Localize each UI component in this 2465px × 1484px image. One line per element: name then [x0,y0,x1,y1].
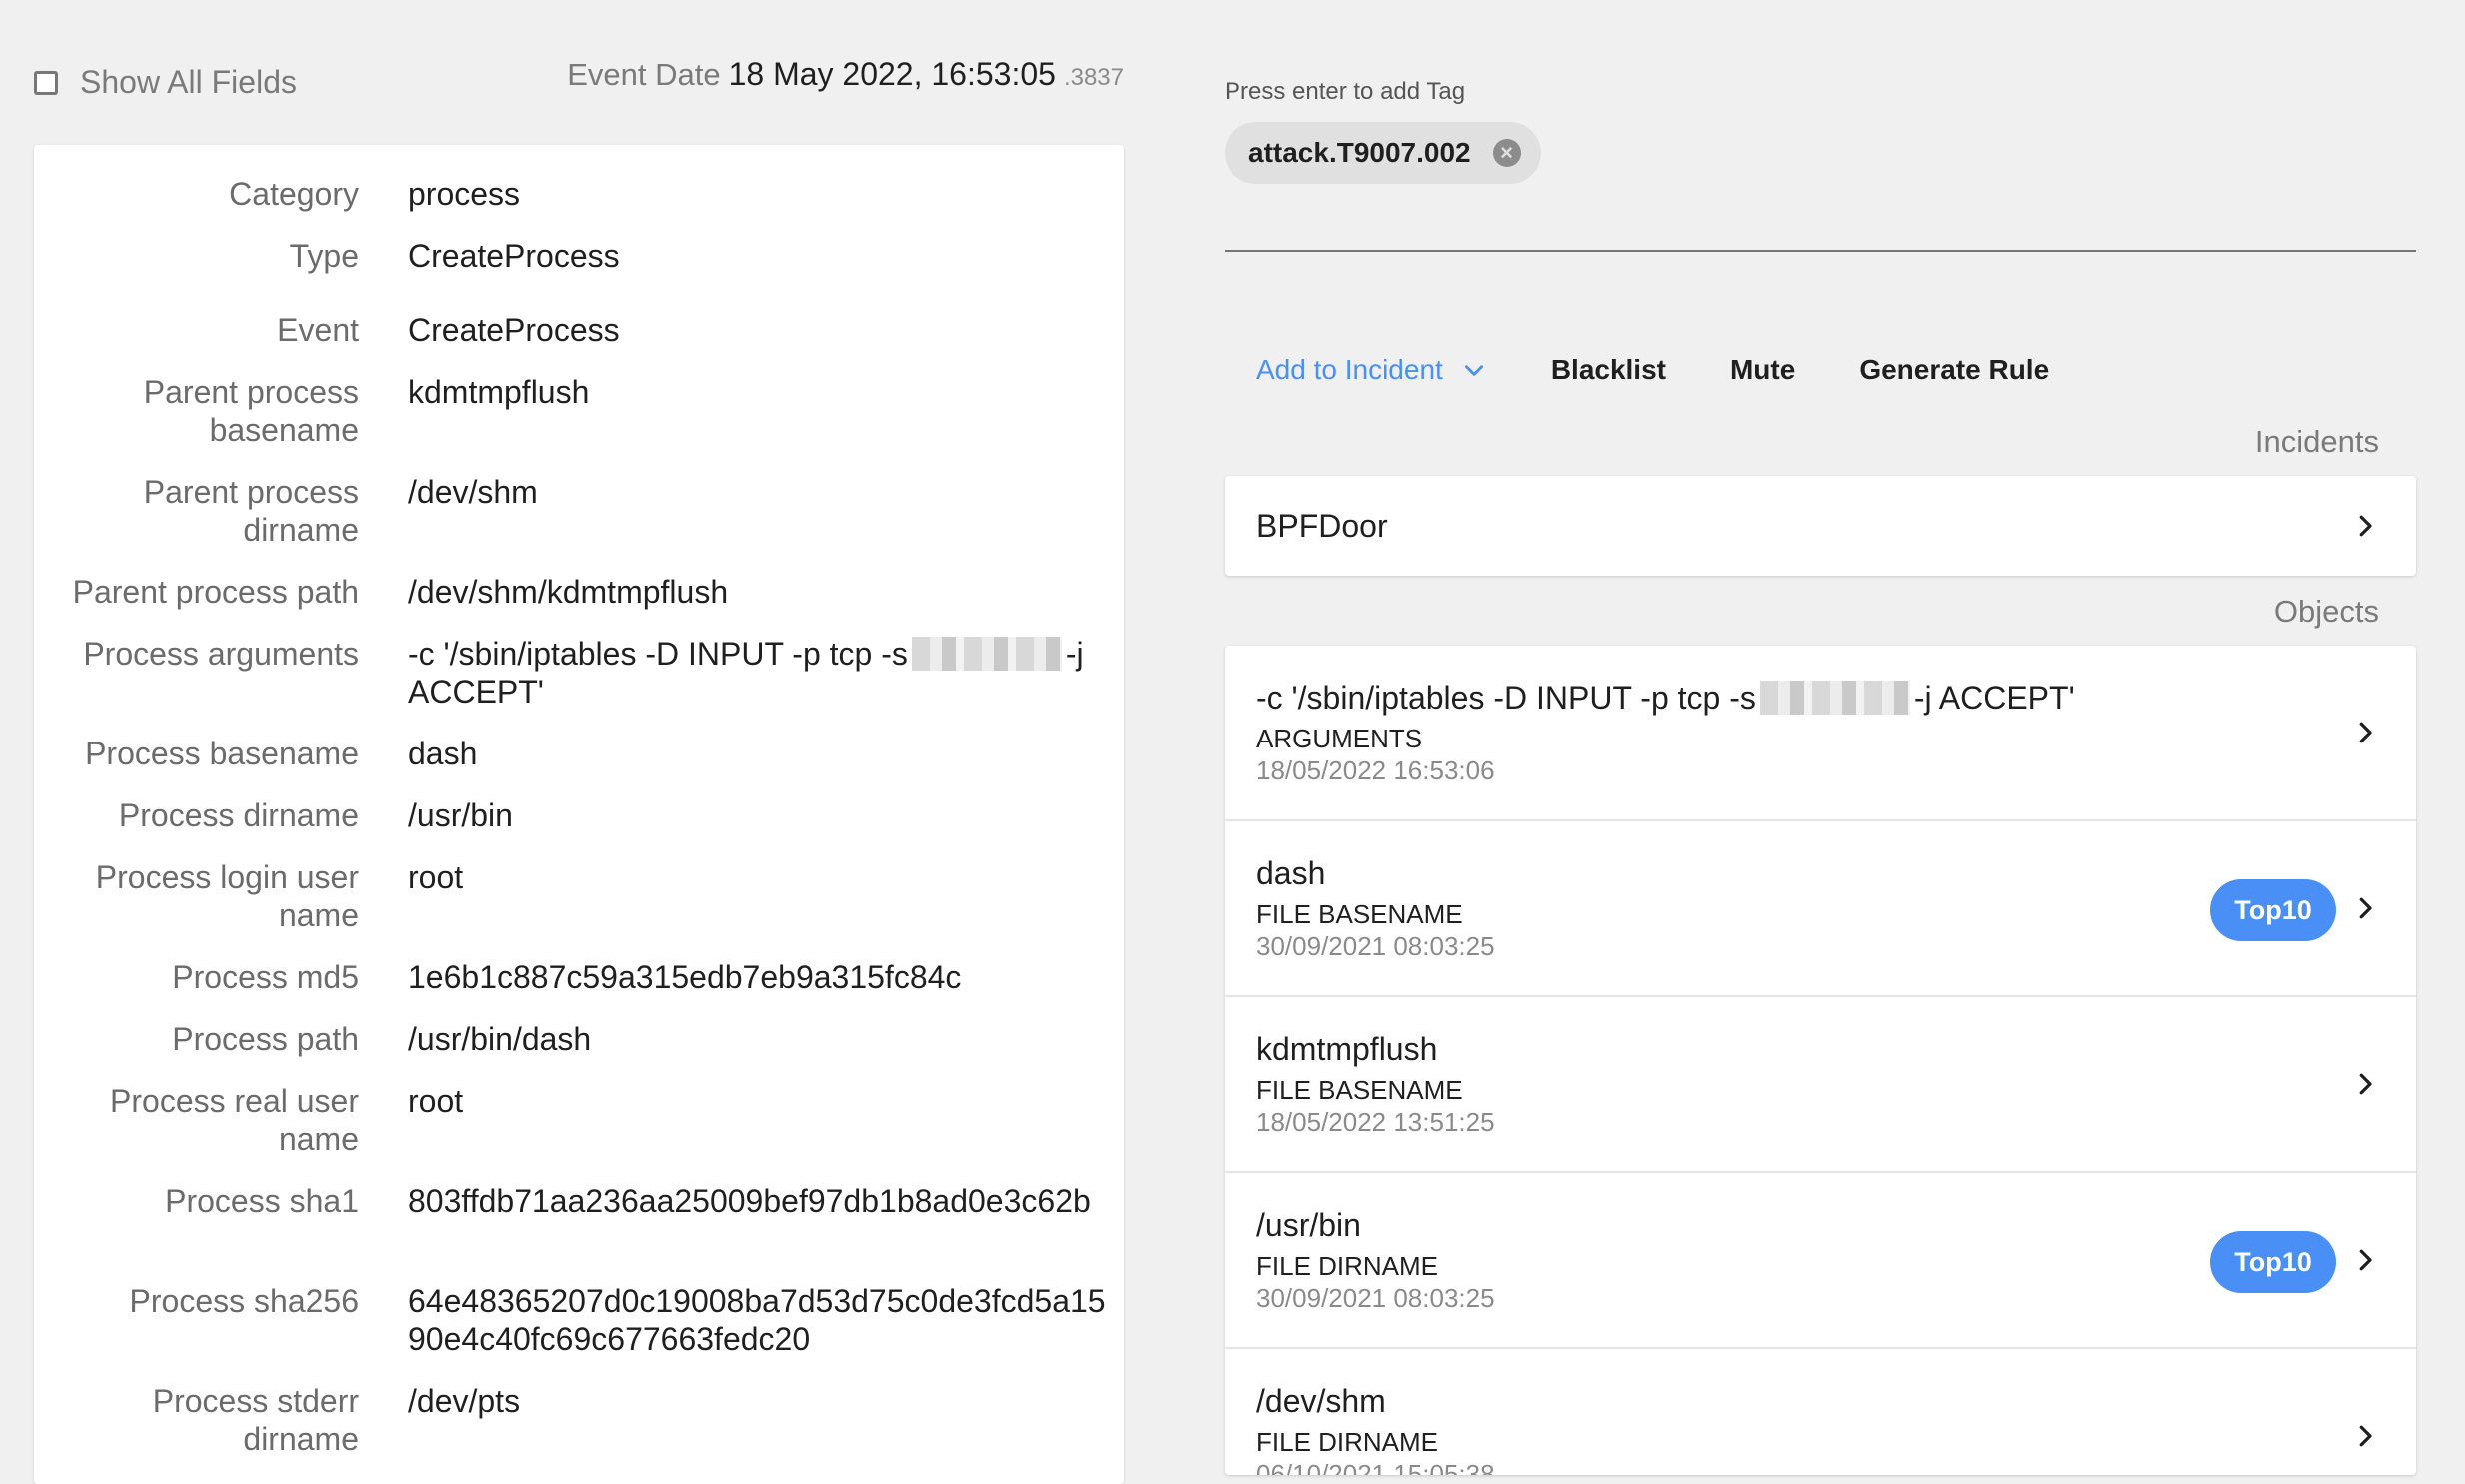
incident-name: BPFDoor [1256,507,1388,544]
field-value: dash [408,736,478,771]
add-to-incident-label: Add to Incident [1256,354,1443,385]
object-title: kdmtmpflush [1256,1031,1438,1067]
field-value: root [408,1083,464,1119]
tag-input-hint[interactable]: Press enter to add Tag [1225,78,1465,106]
field-value: CreateProcess [408,312,620,348]
event-date: Event Date 18 May 2022, 16:53:05 .3837 [567,56,1124,93]
incidents-title: Incidents [2254,424,2379,459]
field-value: -c '/sbin/iptables -D INPUT -p tcp -s -j … [408,635,1120,711]
chevron-down-icon [1464,365,1483,376]
object-type: ARGUMENTS [1256,724,1423,753]
field-label: Process real user name [110,1083,359,1157]
object-date: 18/05/2022 16:53:06 [1256,755,1495,785]
objects-list: -c '/sbin/iptables -D INPUT -p tcp -s -j … [1225,646,2416,1475]
chevron-right-icon [2359,722,2372,743]
field-value: /dev/shm/kdmtmpflush [408,574,729,610]
field-value: root [408,859,464,895]
field-label: Process login user name [95,859,359,933]
object-type: FILE DIRNAME [1256,1251,1439,1281]
mute-button[interactable]: Mute [1730,354,1795,386]
object-title: dash [1256,855,1326,891]
event-header: Show All Fields Event Date 18 May 2022, 1… [34,56,1124,106]
object-type: FILE DIRNAME [1256,1427,1439,1457]
show-all-fields-checkbox[interactable] [34,70,58,95]
field-label: Process dirname [118,797,359,833]
object-type: FILE BASENAME [1256,899,1463,929]
field-value: /usr/bin/dash [408,1021,592,1057]
field-value: 1e6b1c887c59a315edb7eb9a315fc84c [408,959,962,995]
arguments-prefix: -c '/sbin/iptables -D INPUT -p tcp -s [408,636,908,672]
event-date-value: 18 May 2022, 16:53:05 [728,56,1056,92]
object-date: 30/09/2021 08:03:25 [1256,931,1495,961]
redacted-ip [1759,681,1910,715]
object-title: -c '/sbin/iptables -D INPUT -p tcp -s -j … [1256,680,2075,717]
top10-badge[interactable]: Top10 [2210,879,2336,941]
field-label: Parent process basename [143,374,359,448]
tag-chip-label: attack.T9007.002 [1248,137,1471,168]
top10-badge[interactable]: Top10 [2210,1231,2336,1293]
object-date: 18/05/2022 13:51:25 [1256,1107,1495,1137]
object-date: 06/10/2021 15:05:38 [1256,1459,1495,1475]
field-value: /dev/pts [408,1383,521,1419]
event-date-ms: .3837 [1063,64,1124,91]
field-label: Parent process dirname [143,474,359,548]
field-value: /dev/shm [408,474,538,510]
show-all-fields-toggle[interactable]: Show All Fields [34,64,297,101]
chevron-right-icon [2359,515,2372,537]
chevron-right-icon [2359,1073,2372,1095]
object-type: FILE BASENAME [1256,1075,1463,1105]
event-date-label: Event Date [567,57,721,92]
object-item[interactable]: kdmtmpflush FILE BASENAME 18/05/2022 13:… [1225,997,2416,1173]
tag-input-underline [1225,250,2416,252]
add-to-incident-button[interactable]: Add to Incident [1256,354,1487,386]
tag-chip[interactable]: attack.T9007.002 × [1225,122,1541,184]
field-label: Process sha256 [129,1283,359,1319]
field-value: process [408,176,521,212]
object-date: 30/09/2021 08:03:25 [1256,1283,1495,1313]
object-title-prefix: -c '/sbin/iptables -D INPUT -p tcp -s [1256,680,1756,716]
incidents-list: BPFDoor [1225,476,2416,576]
field-label: Process stderr dirname [152,1383,359,1457]
field-label: Category [229,176,359,212]
object-item[interactable]: -c '/sbin/iptables -D INPUT -p tcp -s -j … [1225,646,2416,821]
action-bar: Add to Incident Blacklist Mute Generate … [1256,350,2113,390]
object-item[interactable]: /usr/bin FILE DIRNAME 30/09/2021 08:03:2… [1225,1173,2416,1349]
object-title-suffix: -j ACCEPT' [1913,680,2075,716]
incident-item[interactable]: BPFDoor [1225,476,2416,576]
field-label: Type [289,238,359,274]
show-all-fields-label: Show All Fields [80,64,297,100]
field-value: kdmtmpflush [408,374,590,410]
field-value: CreateProcess [408,238,620,274]
redacted-ip [911,637,1062,671]
object-item[interactable]: dash FILE BASENAME 30/09/2021 08:03:25 T… [1225,821,2416,997]
remove-tag-icon[interactable]: × [1492,139,1521,167]
field-label: Process path [172,1021,359,1057]
chevron-right-icon [2359,897,2372,919]
generate-rule-button[interactable]: Generate Rule [1859,354,2049,386]
objects-title: Objects [2273,594,2379,629]
field-value: 64e48365207d0c19008ba7d53d75c0de3fcd5a15… [408,1283,1106,1357]
object-title: /usr/bin [1256,1207,1361,1243]
blacklist-button[interactable]: Blacklist [1551,354,1666,386]
field-label: Process basename [85,736,359,771]
object-item[interactable]: /dev/shm FILE DIRNAME 06/10/2021 15:05:3… [1225,1349,2416,1475]
chevron-right-icon [2359,1249,2372,1271]
event-fields-card: Category process Type CreateProcess Even… [34,145,1124,1484]
field-label: Parent process path [72,574,359,610]
field-value: 803ffdb71aa236aa25009bef97db1b8ad0e3c62b [408,1183,1091,1219]
field-label: Process md5 [172,959,359,995]
field-value: /usr/bin [408,797,513,833]
chevron-right-icon [2359,1425,2372,1447]
field-label: Process arguments [83,636,359,672]
field-label: Process sha1 [165,1183,359,1219]
field-label: Event [277,312,359,348]
object-title: /dev/shm [1256,1383,1386,1419]
